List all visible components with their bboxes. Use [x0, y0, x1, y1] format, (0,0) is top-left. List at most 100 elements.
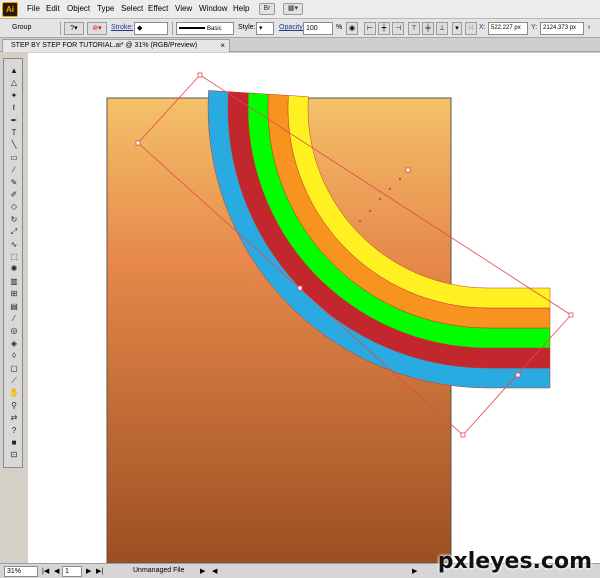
x-label: X:	[479, 24, 486, 31]
screen-mode-icon[interactable]: ⊡	[7, 449, 21, 460]
separator	[60, 22, 61, 35]
eraser-tool-icon[interactable]: ◇	[7, 201, 21, 212]
menu-bar: Ai File Edit Object Type Select Effect V…	[0, 0, 600, 19]
app-logo: Ai	[2, 2, 18, 17]
pencil-tool-icon[interactable]: ✎	[7, 177, 21, 188]
reference-point-icon[interactable]: ⁙	[465, 22, 477, 35]
gradient-tool-icon[interactable]: ▤	[7, 301, 21, 312]
file-status-text: Unmanaged File	[133, 567, 185, 574]
prev-page-icon[interactable]: ◀	[54, 567, 59, 575]
lasso-tool-icon[interactable]: ℓ	[7, 102, 21, 113]
align-bottom-icon[interactable]: ⊥	[436, 22, 448, 35]
transform-menu-icon[interactable]: ▾	[452, 22, 462, 35]
eyedropper-tool-icon[interactable]: ⁄	[7, 313, 21, 324]
magic-wand-tool-icon[interactable]: ✦	[7, 90, 21, 101]
swap-fill-stroke-icon[interactable]: ⇄	[7, 412, 21, 423]
fill-swatch[interactable]: ?▾	[64, 22, 84, 35]
stroke-weight-field[interactable]: ◆	[134, 22, 168, 35]
blend-tool-icon[interactable]: ◎	[7, 325, 21, 336]
selection-tool-icon[interactable]: ▲	[7, 65, 21, 76]
x-position-field[interactable]: 522.227 px	[488, 22, 528, 35]
brush-stroke-preview	[179, 27, 205, 30]
bbox-handle	[297, 285, 303, 291]
document-tab-title: STEP BY STEP FOR TUTORIAL.ai* @ 31% (RGB…	[11, 42, 198, 49]
hand-tool-icon[interactable]: ✋	[7, 387, 21, 398]
brush-definition-dropdown[interactable]: Basic	[176, 22, 234, 35]
menu-edit[interactable]: Edit	[46, 4, 60, 13]
bbox-handle	[515, 372, 521, 378]
document-tab[interactable]: STEP BY STEP FOR TUTORIAL.ai* @ 31% (RGB…	[2, 39, 230, 52]
next-page-icon[interactable]: ▶	[86, 567, 91, 575]
pen-tool-icon[interactable]: ✒	[7, 115, 21, 126]
status-menu-icon[interactable]: ▶	[200, 567, 205, 575]
bbox-handle	[135, 140, 141, 146]
align-right-icon[interactable]: ⊣	[392, 22, 404, 35]
blob-brush-tool-icon[interactable]: ✐	[7, 189, 21, 200]
menu-help[interactable]: Help	[233, 4, 249, 13]
paintbrush-tool-icon[interactable]: ∕	[7, 164, 21, 175]
align-left-icon[interactable]: ⊢	[364, 22, 376, 35]
bbox-handle	[568, 312, 574, 318]
align-center-icon[interactable]: ┿	[378, 22, 390, 35]
menu-file[interactable]: File	[27, 4, 40, 13]
close-tab-icon[interactable]: ×	[220, 41, 225, 50]
stroke-label[interactable]: Stroke:	[111, 24, 133, 31]
warp-tool-icon[interactable]: ∿	[7, 239, 21, 250]
color-mode-icon[interactable]: ■	[7, 437, 21, 448]
menu-object[interactable]: Object	[67, 4, 90, 13]
live-paint-selection-tool-icon[interactable]: ◊	[7, 350, 21, 361]
y-position-field[interactable]: 2124.373 px	[540, 22, 584, 35]
bbox-handle	[405, 167, 411, 173]
rectangle-tool-icon[interactable]: ▭	[7, 152, 21, 163]
artboard-tool-icon[interactable]: ▢	[7, 363, 21, 374]
style-label: Style:	[238, 24, 256, 31]
live-paint-bucket-tool-icon[interactable]: ◈	[7, 338, 21, 349]
rotate-tool-icon[interactable]: ↻	[7, 214, 21, 225]
artwork-canvas[interactable]	[28, 53, 600, 563]
tools-panel: ▲ △ ✦ ℓ ✒ T ╲ ▭ ∕ ✎ ✐ ◇ ↻ ⤢ ∿ ⬚ ✺ ▥ ⊞ ▤ ⁄ ◎ ◈ ◊ ▢ ⟋ ✋ ⚲ ⇄? ■ ⊡	[3, 58, 23, 468]
symbol-sprayer-tool-icon[interactable]: ✺	[7, 263, 21, 274]
first-page-icon[interactable]: |◀	[42, 567, 49, 575]
brush-label: Basic	[206, 26, 222, 32]
stroke-swatch[interactable]: ⊘▾	[87, 22, 107, 35]
slice-tool-icon[interactable]: ⟋	[7, 375, 21, 386]
opacity-field[interactable]: 100	[303, 22, 333, 35]
direct-selection-tool-icon[interactable]: △	[7, 77, 21, 88]
menu-window[interactable]: Window	[199, 4, 227, 13]
line-tool-icon[interactable]: ╲	[7, 139, 21, 150]
document-tab-bar: STEP BY STEP FOR TUTORIAL.ai* @ 31% (RGB…	[0, 38, 600, 52]
scroll-left-icon[interactable]: ◀	[212, 567, 217, 575]
recolor-artwork-icon[interactable]: ◉	[346, 22, 358, 35]
column-graph-tool-icon[interactable]: ▥	[7, 276, 21, 287]
menu-select[interactable]: Select	[121, 4, 143, 13]
canvas-area[interactable]	[28, 53, 600, 563]
bbox-handle	[460, 432, 466, 438]
selection-type-label: Group	[12, 24, 32, 31]
zoom-level-field[interactable]: 31%	[4, 566, 38, 577]
arrange-documents-icon[interactable]: ▦▾	[283, 3, 303, 15]
page-number-field[interactable]: 1	[62, 566, 82, 577]
menu-effect[interactable]: Effect	[148, 4, 168, 13]
bridge-icon[interactable]: Br	[259, 3, 275, 15]
graphic-style-dropdown[interactable]: ▾	[256, 22, 274, 35]
control-bar: Group ?▾ ⊘▾ Stroke: ◆ Basic Style: ▾ Opa…	[0, 19, 600, 38]
opacity-unit: %	[336, 24, 343, 31]
scroll-right-icon[interactable]: ▶	[412, 567, 417, 575]
scale-tool-icon[interactable]: ⤢	[7, 226, 21, 237]
y-label: Y:	[531, 24, 538, 31]
fill-stroke-swatch-icon[interactable]: ?	[7, 425, 21, 436]
separator	[172, 22, 173, 35]
more-options-icon[interactable]: ›	[588, 24, 590, 31]
watermark-logo: pxleyes.com	[437, 549, 592, 574]
align-middle-icon[interactable]: ╪	[422, 22, 434, 35]
menu-view[interactable]: View	[175, 4, 192, 13]
opacity-label[interactable]: Opacity:	[279, 24, 305, 31]
free-transform-tool-icon[interactable]: ⬚	[7, 251, 21, 262]
align-top-icon[interactable]: ⊤	[408, 22, 420, 35]
mesh-tool-icon[interactable]: ⊞	[7, 288, 21, 299]
menu-type[interactable]: Type	[97, 4, 114, 13]
last-page-icon[interactable]: ▶|	[96, 567, 103, 575]
bbox-handle	[197, 72, 203, 78]
zoom-tool-icon[interactable]: ⚲	[7, 400, 21, 411]
type-tool-icon[interactable]: T	[7, 127, 21, 138]
